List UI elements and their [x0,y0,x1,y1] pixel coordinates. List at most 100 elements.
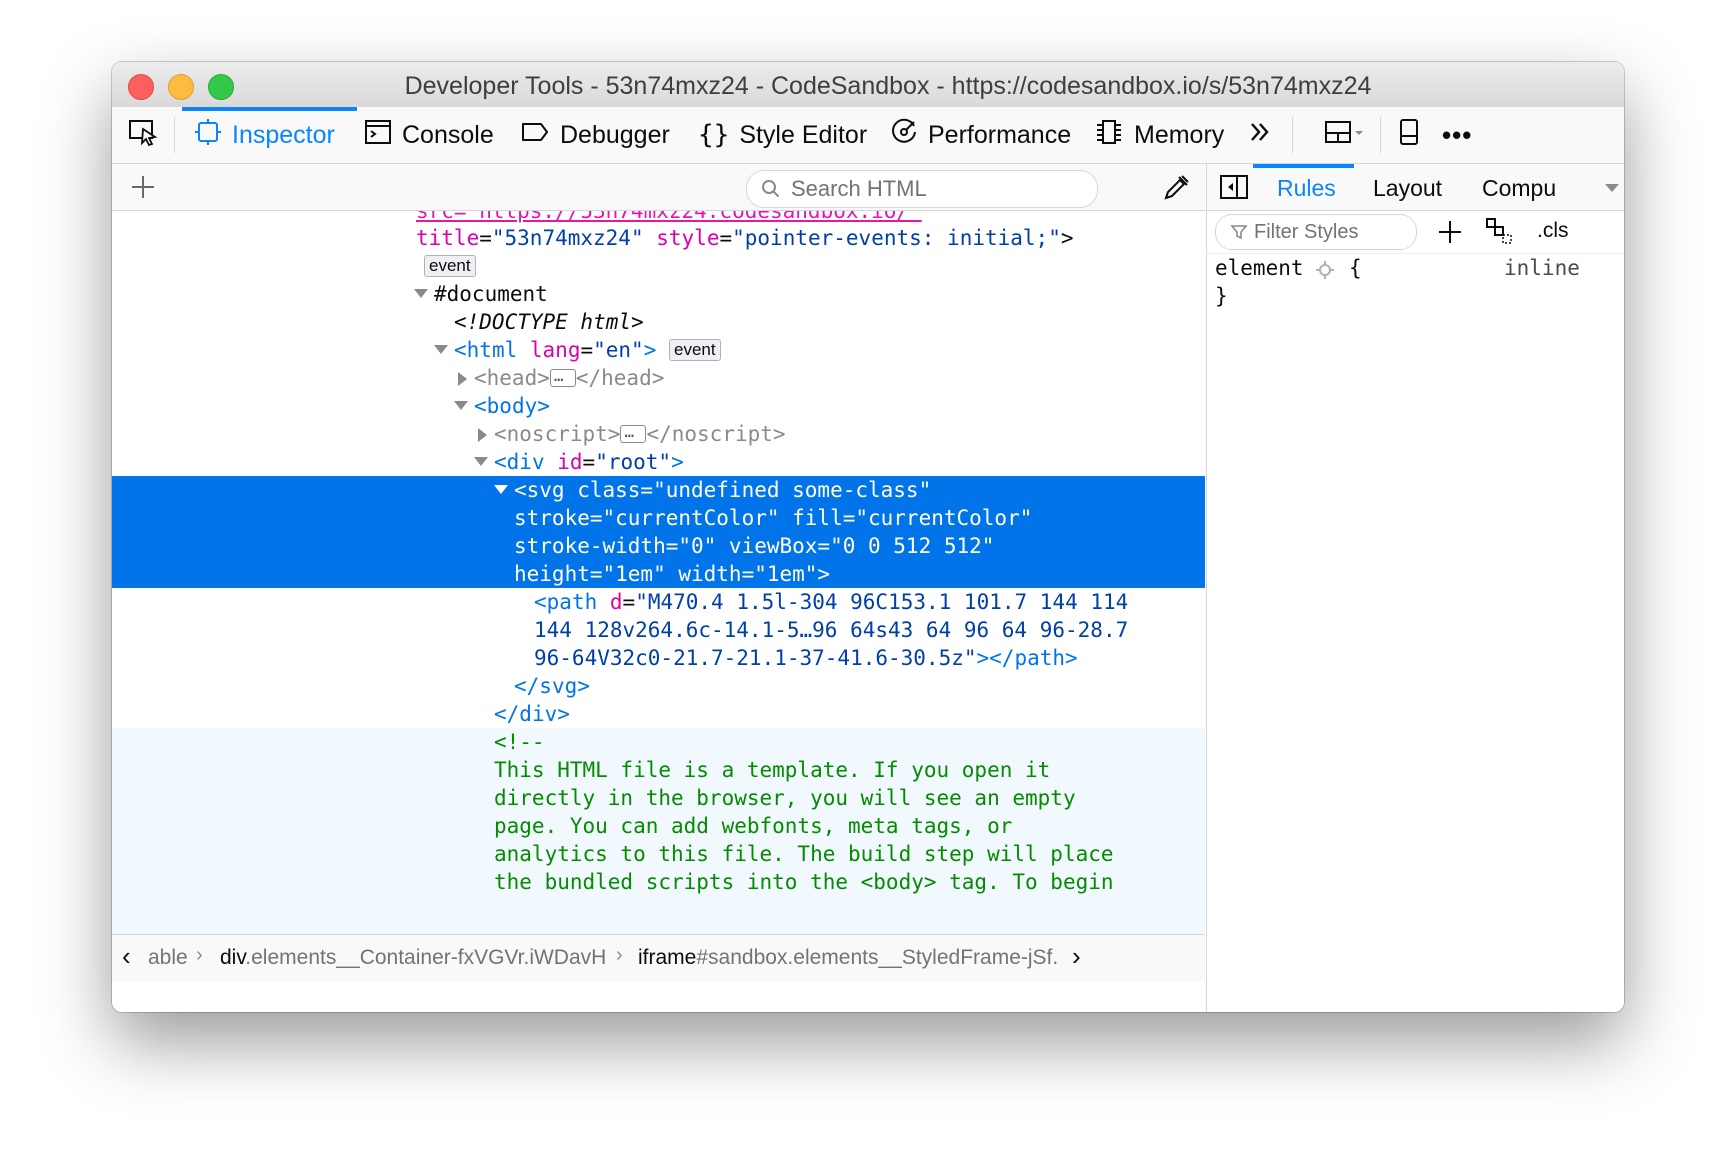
toggle-pane-button[interactable] [1219,174,1249,205]
tab-debugger-label: Debugger [560,120,670,149]
markup-line-path[interactable]: <path d="M470.4 1.5l-304 96C153.1 101.7 … [534,588,1205,616]
tab-inspector-label: Inspector [232,120,335,149]
ellipsis-icon: ••• [1442,119,1473,150]
more-options-button[interactable]: ••• [1442,107,1472,163]
markup-line-div-root[interactable]: <div id="root"> [494,448,1205,476]
comment-line: analytics to this file. The build step w… [494,842,1114,866]
dock-layout-button[interactable] [1324,107,1366,163]
selected-line: height="1em" width="1em"> [514,562,831,586]
filter-styles-input[interactable] [1252,219,1416,245]
phone-icon [1398,118,1420,153]
tab-performance-label: Performance [928,120,1072,149]
search-html-input[interactable] [789,175,1073,203]
tab-rules[interactable]: Rules [1277,175,1336,202]
dock-layout-icon [1324,119,1366,152]
event-badge[interactable]: event [424,255,476,277]
breadcrumb-scroll-right-button[interactable]: › [1072,941,1081,972]
responsive-mode-button[interactable] [1398,107,1420,163]
selected-node-svg[interactable]: <svg class="undefined some-class" stroke… [112,476,1205,588]
twisty-collapsed-icon[interactable] [458,372,467,386]
twisty-expanded-icon[interactable] [494,485,508,494]
tab-memory[interactable]: Memory [1094,107,1224,163]
markup-line-svg-close[interactable]: </svg> [514,672,1205,700]
markup-panel: src="https://53n74mxz24.codesandbox.io/"… [112,164,1205,1012]
chevron-right-icon: › [616,944,623,966]
braces-icon: {} [698,120,730,150]
event-badge[interactable]: event [669,339,721,361]
filter-row: .cls [1207,211,1624,254]
toggle-pseudo-classes-button[interactable] [1485,217,1517,252]
rule-open-brace: { [1349,256,1362,280]
devtools-toolbar: Inspector Console Debugger {} Style Edit… [112,107,1624,164]
markup-line-document[interactable]: #document [434,280,1205,308]
tab-computed[interactable]: Compu [1482,175,1556,202]
tab-console[interactable]: Console [364,107,494,163]
markup-line-body[interactable]: <body> [474,392,1205,420]
comment-line: directly in the browser, you will see an… [494,786,1076,810]
comment-node[interactable]: <!-- This HTML file is a template. If yo… [112,728,1205,934]
chevron-right-icon: › [196,944,203,966]
plus-icon [1439,221,1461,243]
twisty-expanded-icon[interactable] [454,401,468,410]
add-rule-button[interactable] [1437,219,1463,250]
rule-close-line: } [1207,282,1624,310]
pane-toggle-icon [1220,175,1248,199]
sidebar-tabs: Rules Layout Compu [1207,164,1624,211]
breadcrumb: ‹ able › div.elements__Container-fxVGVr.… [112,934,1205,981]
markup-line-div-close[interactable]: </div> [494,700,1205,728]
tab-debugger[interactable]: Debugger [520,107,670,163]
tabs-overflow-button[interactable] [1605,184,1619,192]
markup-line-doctype[interactable]: <!DOCTYPE html> [454,308,1205,336]
markup-line-event: event [424,252,1205,280]
element-picker-icon [128,118,158,153]
debugger-icon [520,120,550,151]
twisty-collapsed-icon[interactable] [478,428,487,442]
rule-element[interactable]: element { inline [1207,254,1624,282]
markup-line-noscript[interactable]: <noscript></noscript> [494,418,1205,448]
tab-style-editor[interactable]: {} Style Editor [698,107,867,163]
markup-line-path-cont[interactable]: 144 128v264.6c-14.1-5…96 64s43 64 96 64 … [534,616,1205,644]
inspector-icon [194,118,222,153]
markup-line-src[interactable]: src="https://53n74mxz24.codesandbox.io/" [416,211,1205,225]
pseudo-class-icon [1486,218,1512,244]
markup-line-title[interactable]: title="53n74mxz24" style="pointer-events… [416,224,1205,252]
more-tools-button[interactable] [1248,107,1272,163]
rule-source-link[interactable]: inline [1504,254,1580,282]
breadcrumb-scroll-left-button[interactable]: ‹ [122,941,131,972]
twisty-expanded-icon[interactable] [414,289,428,298]
collapsed-content-icon[interactable] [620,418,647,446]
toggle-classes-button[interactable]: .cls [1537,219,1569,243]
twisty-expanded-icon[interactable] [434,345,448,354]
comment-line: <!-- [494,730,545,754]
search-html-box[interactable] [746,170,1098,208]
twisty-expanded-icon[interactable] [474,457,488,466]
element-picker-button[interactable] [128,107,158,163]
filter-styles-box[interactable] [1215,214,1417,250]
markup-line-head[interactable]: <head></head> [474,362,1205,392]
breadcrumb-item[interactable]: iframe#sandbox.elements__StyledFrame-jSf… [638,946,1058,970]
gauge-icon [890,118,918,153]
tab-layout[interactable]: Layout [1373,175,1442,202]
markup-line-path-end[interactable]: 96-64V32c0-21.7-21.1-37-41.6-30.5z"></pa… [534,644,1205,672]
markup-tree[interactable]: src="https://53n74mxz24.codesandbox.io/"… [112,211,1205,934]
tab-performance[interactable]: Performance [890,107,1071,163]
title-bar: Developer Tools - 53n74mxz24 - CodeSandb… [112,62,1624,108]
rules-sidebar: Rules Layout Compu .cls element [1206,164,1624,1012]
tab-inspector[interactable]: Inspector [182,107,357,163]
breadcrumb-item[interactable]: able [148,946,188,970]
devtools-window: Developer Tools - 53n74mxz24 - CodeSandb… [112,62,1624,1012]
rules-list: element { inline } [1207,254,1624,310]
rule-close-brace: } [1215,284,1228,308]
eyedropper-button[interactable] [1162,174,1190,202]
collapsed-content-icon[interactable] [549,362,576,390]
eyedropper-icon [1164,175,1189,200]
tab-console-label: Console [402,120,494,149]
rule-selector: element [1215,256,1304,280]
add-node-button[interactable] [130,174,156,200]
selected-line: <svg class="undefined some-class" [514,478,932,502]
markup-line-html[interactable]: <html lang="en"> event [454,336,1205,364]
comment-line: the bundled scripts into the <body> tag.… [494,870,1114,894]
breadcrumb-item[interactable]: div.elements__Container-fxVGVr.iWDavH [220,946,606,970]
chevrons-right-icon [1248,120,1272,151]
comment-line: This HTML file is a template. If you ope… [494,758,1051,782]
